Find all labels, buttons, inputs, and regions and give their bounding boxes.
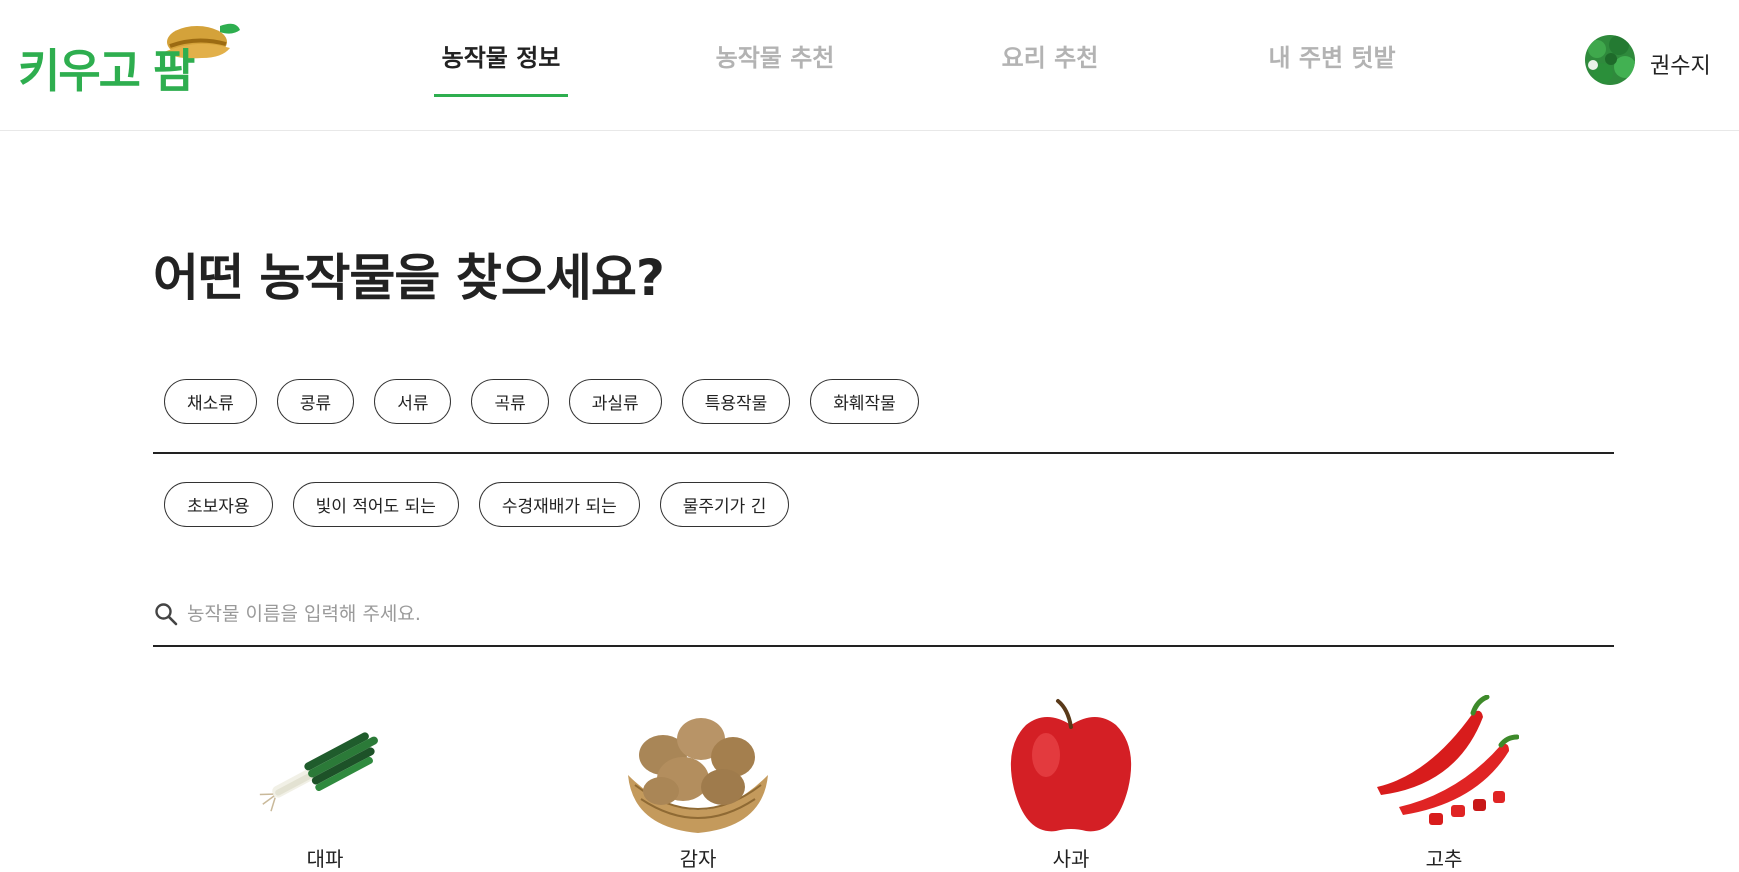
chip-tubers[interactable]: 서류 <box>374 379 452 424</box>
tab-recipe-recommendation[interactable]: 요리 추천 <box>983 38 1117 98</box>
potato-icon <box>628 718 768 833</box>
avatar-image <box>1585 35 1635 85</box>
crop-card-green-onion[interactable]: 대파 <box>240 695 410 871</box>
chip-long-watering-interval[interactable]: 물주기가 긴 <box>659 482 790 527</box>
search-icon[interactable] <box>153 601 179 627</box>
chip-fruits[interactable]: 과실류 <box>568 379 662 424</box>
divider <box>153 645 1614 647</box>
category-filter-chips: 채소류 콩류 서류 곡류 과실류 특용작물 화훼작물 <box>164 379 919 424</box>
chip-legumes[interactable]: 콩류 <box>276 379 355 424</box>
crop-card-potato[interactable]: 감자 <box>613 695 783 871</box>
crop-card-chili-pepper[interactable]: 고추 <box>1359 695 1529 871</box>
chip-flowers[interactable]: 화훼작물 <box>810 379 919 424</box>
chip-special-crops[interactable]: 특용작물 <box>681 379 791 424</box>
page-title: 어떤 농작물을 찾으세요? <box>153 249 665 307</box>
chip-grains[interactable]: 곡류 <box>471 379 549 424</box>
tab-crop-info[interactable]: 농작물 정보 <box>434 38 568 98</box>
tab-crop-recommendation[interactable]: 농작물 추천 <box>700 38 850 98</box>
tab-nearby-garden[interactable]: 내 주변 텃밭 <box>1252 38 1412 98</box>
top-navigation-bar: 키우고 팜 농작물 정보 농작물 추천 요리 추천 내 주변 텃밭 권수지 <box>0 0 1739 131</box>
app-logo[interactable]: 키우고 팜 <box>18 18 240 108</box>
green-onion-icon <box>259 732 378 812</box>
search-bar <box>153 596 1614 632</box>
user-avatar[interactable] <box>1585 35 1635 85</box>
divider <box>153 452 1614 454</box>
chip-vegetables[interactable]: 채소류 <box>164 379 257 424</box>
apple-icon <box>1010 699 1132 832</box>
chip-beginner[interactable]: 초보자용 <box>164 482 273 527</box>
feature-filter-chips: 초보자용 빛이 적어도 되는 수경재배가 되는 물주기가 긴 <box>164 482 790 527</box>
user-name[interactable]: 권수지 <box>1650 48 1711 80</box>
chip-low-light[interactable]: 빛이 적어도 되는 <box>292 482 459 527</box>
chip-hydroponic[interactable]: 수경재배가 되는 <box>478 482 640 527</box>
search-input[interactable] <box>187 603 1614 625</box>
logo-wordmark: 키우고 팜 <box>18 44 195 98</box>
chili-pepper-icon <box>1377 695 1519 825</box>
crop-card-apple[interactable]: 사과 <box>986 695 1156 871</box>
